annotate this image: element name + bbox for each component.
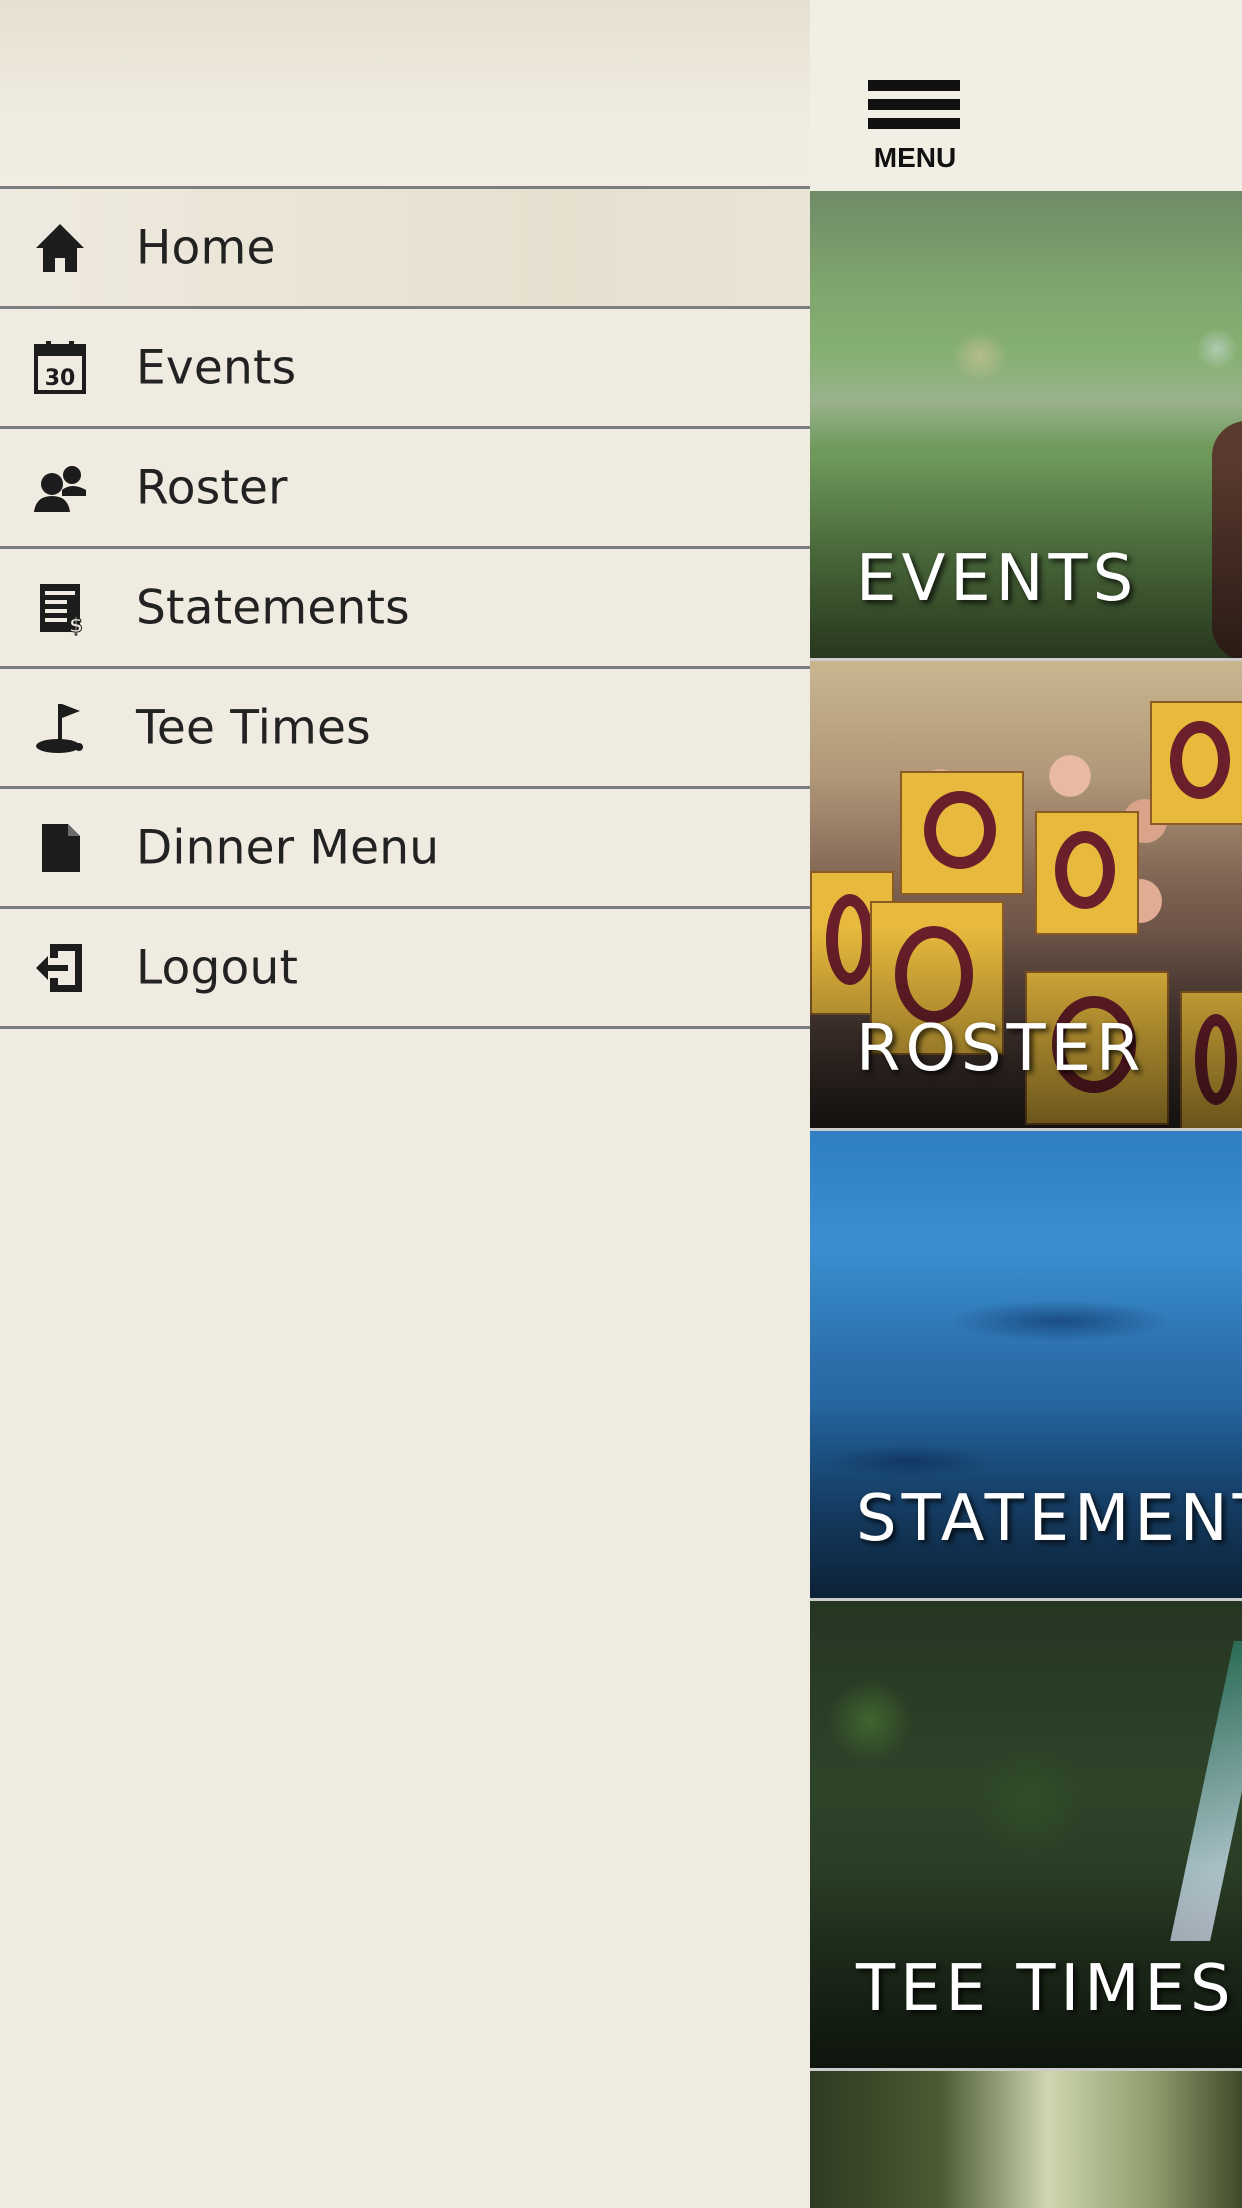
- menu-label-dinner-menu: Dinner Menu: [136, 820, 440, 875]
- menu-item-home[interactable]: Home: [0, 189, 810, 309]
- tile-label-events: EVENTS: [856, 542, 1139, 616]
- tile-label-roster: ROSTER: [856, 1012, 1146, 1086]
- calendar-day: 30: [45, 366, 76, 391]
- menu-item-dinner-menu[interactable]: Dinner Menu: [0, 789, 810, 909]
- tile-label-tee-times: TEE TIMES: [856, 1952, 1236, 2026]
- tile-roster[interactable]: ROSTER: [810, 661, 1242, 1131]
- menu-item-logout[interactable]: Logout: [0, 909, 810, 1029]
- menu-label-logout: Logout: [136, 940, 299, 995]
- drawer-header: [0, 0, 810, 189]
- logout-icon: [30, 938, 90, 998]
- tile-next[interactable]: [810, 2071, 1242, 2208]
- calendar-icon: 30: [30, 338, 90, 398]
- navigation-drawer: Home 30 Events Roster $ Statements Tee T…: [0, 0, 810, 2208]
- golf-flag-icon: [30, 698, 90, 758]
- statement-icon: $: [30, 578, 90, 638]
- tile-statements[interactable]: STATEMENTS: [810, 1131, 1242, 1601]
- tile-image-detail: [1150, 701, 1242, 825]
- tile-tee-times[interactable]: TEE TIMES: [810, 1601, 1242, 2071]
- hamburger-bar: [868, 99, 960, 110]
- hamburger-icon: [868, 80, 960, 91]
- hamburger-bar: [868, 118, 960, 129]
- menu-item-statements[interactable]: $ Statements: [0, 549, 810, 669]
- main-content: MENU EVENTS ROSTER STATEMENTS TEE TIMES: [810, 0, 1242, 2208]
- menu-label-tee-times: Tee Times: [136, 700, 371, 755]
- menu-button-label: MENU: [873, 142, 957, 173]
- menu-item-tee-times[interactable]: Tee Times: [0, 669, 810, 789]
- menu-label-roster: Roster: [136, 460, 288, 515]
- menu-item-events[interactable]: 30 Events: [0, 309, 810, 429]
- menu-button[interactable]: MENU: [868, 80, 962, 180]
- tile-image-detail: [900, 771, 1024, 895]
- document-icon: [30, 818, 90, 878]
- tile-label-statements: STATEMENTS: [856, 1482, 1242, 1556]
- menu-label-events: Events: [136, 340, 297, 395]
- people-icon: [30, 458, 90, 518]
- menu-label-home: Home: [136, 220, 276, 275]
- menu-label-statements: Statements: [136, 580, 410, 635]
- tile-image-detail: [1035, 811, 1139, 935]
- home-icon: [30, 218, 90, 278]
- menu-item-roster[interactable]: Roster: [0, 429, 810, 549]
- svg-text:$: $: [69, 613, 83, 636]
- top-bar: MENU: [810, 0, 1242, 191]
- tile-events[interactable]: EVENTS: [810, 191, 1242, 661]
